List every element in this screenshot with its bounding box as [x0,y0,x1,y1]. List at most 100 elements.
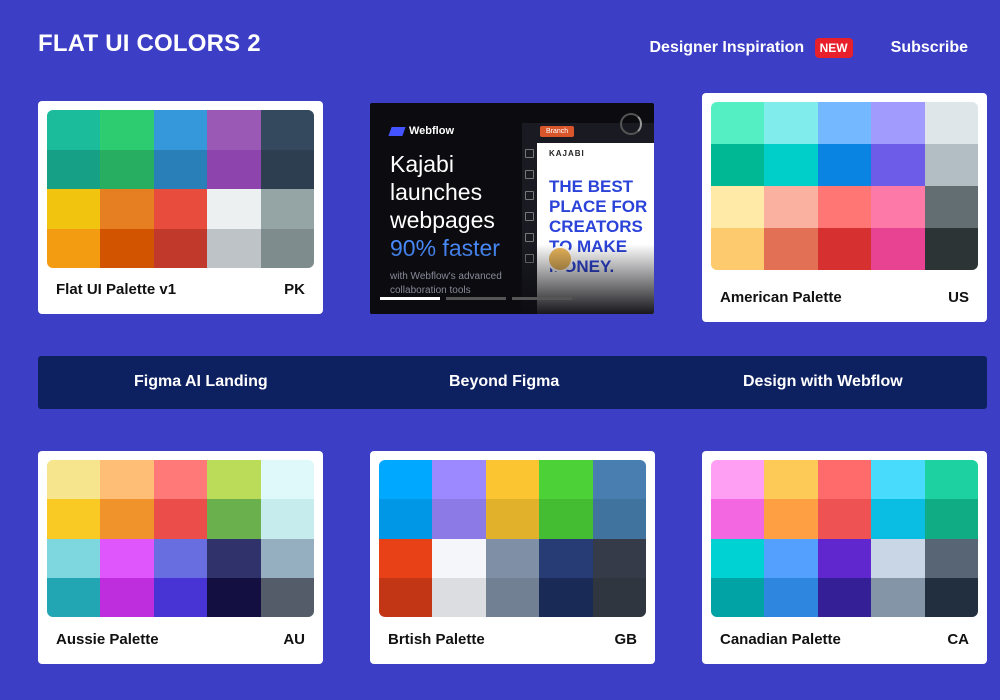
color-swatch[interactable] [817,228,872,270]
color-swatch[interactable] [924,538,978,578]
color-swatch[interactable] [100,499,154,539]
color-swatch[interactable] [379,499,433,539]
color-swatch[interactable] [871,144,925,186]
color-swatch[interactable] [539,538,593,578]
color-swatch[interactable] [153,110,208,150]
webflow-ad-banner[interactable]: Webflow Kajabi launches webpages 90% fas… [370,103,654,314]
color-swatch[interactable] [207,228,261,268]
color-swatch[interactable] [764,577,818,617]
color-swatch[interactable] [711,577,765,617]
color-swatch[interactable] [485,538,540,578]
color-swatch[interactable] [260,460,314,500]
color-swatch[interactable] [764,538,818,578]
color-swatch[interactable] [711,499,765,539]
color-swatch[interactable] [379,538,433,578]
color-swatch[interactable] [592,460,646,500]
palette-card-aussie[interactable]: Aussie Palette AU [38,451,323,664]
color-swatch[interactable] [47,110,101,150]
color-swatch[interactable] [432,577,486,617]
color-swatch[interactable] [764,460,818,500]
color-swatch[interactable] [539,577,593,617]
color-swatch[interactable] [871,538,925,578]
color-swatch[interactable] [817,538,872,578]
color-swatch[interactable] [379,460,433,500]
color-swatch[interactable] [47,149,101,189]
color-swatch[interactable] [485,460,540,500]
nav-designer-inspiration[interactable]: Designer Inspiration NEW [649,38,853,58]
color-swatch[interactable] [432,499,486,539]
color-swatch[interactable] [47,499,101,539]
link-figma-ai-landing[interactable]: Figma AI Landing [134,373,268,391]
color-swatch[interactable] [817,499,872,539]
color-swatch[interactable] [592,499,646,539]
color-swatch[interactable] [817,102,872,144]
color-swatch[interactable] [47,577,101,617]
link-beyond-figma[interactable]: Beyond Figma [449,373,559,391]
color-swatch[interactable] [47,189,101,229]
color-swatch[interactable] [871,460,925,500]
color-swatch[interactable] [207,110,261,150]
color-swatch[interactable] [100,228,154,268]
color-swatch[interactable] [47,228,101,268]
color-swatch[interactable] [711,186,765,228]
color-swatch[interactable] [100,538,154,578]
palette-card-american[interactable]: American Palette US [702,93,987,322]
color-swatch[interactable] [100,577,154,617]
color-swatch[interactable] [260,189,314,229]
color-swatch[interactable] [153,228,208,268]
color-swatch[interactable] [260,228,314,268]
color-swatch[interactable] [432,538,486,578]
color-swatch[interactable] [260,499,314,539]
color-swatch[interactable] [924,460,978,500]
color-swatch[interactable] [100,110,154,150]
color-swatch[interactable] [153,499,208,539]
color-swatch[interactable] [924,186,978,228]
color-swatch[interactable] [711,228,765,270]
color-swatch[interactable] [924,102,978,144]
color-swatch[interactable] [871,577,925,617]
color-swatch[interactable] [379,577,433,617]
color-swatch[interactable] [207,460,261,500]
color-swatch[interactable] [817,144,872,186]
color-swatch[interactable] [207,538,261,578]
color-swatch[interactable] [100,189,154,229]
color-swatch[interactable] [924,228,978,270]
color-swatch[interactable] [260,149,314,189]
color-swatch[interactable] [817,460,872,500]
color-swatch[interactable] [153,189,208,229]
color-swatch[interactable] [924,577,978,617]
color-swatch[interactable] [100,149,154,189]
color-swatch[interactable] [432,460,486,500]
color-swatch[interactable] [153,577,208,617]
palette-card-canadian[interactable]: Canadian Palette CA [702,451,987,664]
color-swatch[interactable] [485,499,540,539]
color-swatch[interactable] [924,499,978,539]
color-swatch[interactable] [592,538,646,578]
color-swatch[interactable] [711,460,765,500]
color-swatch[interactable] [817,186,872,228]
color-swatch[interactable] [711,144,765,186]
color-swatch[interactable] [924,144,978,186]
color-swatch[interactable] [207,577,261,617]
link-design-with-webflow[interactable]: Design with Webflow [743,373,903,391]
color-swatch[interactable] [592,577,646,617]
color-swatch[interactable] [764,144,818,186]
palette-card-flat-ui[interactable]: Flat UI Palette v1 PK [38,101,323,314]
color-swatch[interactable] [764,228,818,270]
color-swatch[interactable] [153,460,208,500]
color-swatch[interactable] [711,102,765,144]
nav-subscribe[interactable]: Subscribe [891,39,968,57]
color-swatch[interactable] [485,577,540,617]
color-swatch[interactable] [260,538,314,578]
color-swatch[interactable] [711,538,765,578]
color-swatch[interactable] [260,577,314,617]
color-swatch[interactable] [47,460,101,500]
color-swatch[interactable] [871,228,925,270]
color-swatch[interactable] [817,577,872,617]
color-swatch[interactable] [207,189,261,229]
color-swatch[interactable] [539,499,593,539]
color-swatch[interactable] [871,102,925,144]
color-swatch[interactable] [764,186,818,228]
palette-card-british[interactable]: Brtish Palette GB [370,451,655,664]
color-swatch[interactable] [764,499,818,539]
